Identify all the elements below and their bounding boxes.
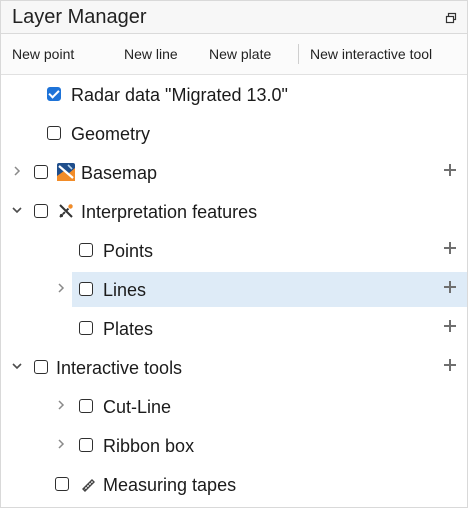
tree-item-label: Plates — [103, 319, 154, 339]
add-interactive-tool-icon[interactable] — [443, 358, 457, 372]
tree-item-label: Cut-Line — [103, 397, 172, 417]
interpretation-features-checkbox[interactable] — [34, 204, 48, 218]
cut-line-checkbox[interactable] — [79, 399, 93, 413]
tree-item-label: Geometry — [71, 124, 151, 144]
window-restore-icon[interactable] — [445, 11, 457, 24]
tree-item-label: Points — [103, 241, 154, 261]
tree-item-plates[interactable]: Plates — [1, 309, 467, 348]
chevron-right-icon[interactable] — [55, 438, 67, 450]
tree-item-label: Basemap — [81, 163, 158, 183]
ribbon-box-checkbox[interactable] — [79, 438, 93, 452]
measuring-tapes-checkbox[interactable] — [55, 477, 69, 491]
toolbar: New point New line New plate New interac… — [1, 34, 467, 75]
tree-item-label: Interactive tools — [56, 358, 183, 378]
tree-item-label: Measuring tapes — [103, 475, 237, 495]
chevron-right-icon[interactable] — [11, 165, 23, 177]
tree-item-ribbon-box[interactable]: Ribbon box — [1, 426, 467, 465]
add-basemap-icon[interactable] — [443, 163, 457, 177]
tree-item-cut-line[interactable]: Cut-Line — [1, 387, 467, 426]
tree-item-label: Radar data "Migrated 13.0" — [71, 85, 288, 105]
new-plate-button[interactable]: New plate — [209, 45, 271, 63]
tree-item-lines[interactable]: Lines — [1, 270, 467, 309]
radar-data-checkbox[interactable] — [47, 87, 61, 101]
window-title: Layer Manager — [12, 6, 147, 28]
tree-item-interpretation-features[interactable]: Interpretation features — [1, 192, 467, 231]
lines-checkbox[interactable] — [79, 282, 93, 296]
chevron-right-icon[interactable] — [55, 282, 67, 294]
new-interactive-tool-button[interactable]: New interactive tool — [310, 45, 432, 63]
tree-item-basemap[interactable]: Basemap — [1, 153, 467, 192]
points-checkbox[interactable] — [79, 243, 93, 257]
titlebar: Layer Manager — [1, 1, 467, 34]
layer-manager-panel: Layer Manager New point New line New pla… — [0, 0, 468, 508]
tree-item-label: Interpretation features — [81, 202, 258, 222]
chevron-down-icon[interactable] — [11, 204, 23, 216]
basemap-checkbox[interactable] — [34, 165, 48, 179]
new-point-button[interactable]: New point — [12, 45, 74, 63]
add-point-icon[interactable] — [443, 241, 457, 255]
chevron-right-icon[interactable] — [55, 399, 67, 411]
add-line-icon[interactable] — [443, 280, 457, 294]
new-line-button[interactable]: New line — [124, 45, 178, 63]
tree-item-interactive-tools[interactable]: Interactive tools — [1, 348, 467, 387]
toolbar-separator — [298, 44, 299, 64]
tree-item-geometry[interactable]: Geometry — [1, 114, 467, 153]
tree-item-points[interactable]: Points — [1, 231, 467, 270]
tree-item-measuring-tapes[interactable]: Measuring tapes — [1, 465, 467, 504]
basemap-icon — [56, 162, 76, 182]
interactive-tools-checkbox[interactable] — [34, 360, 48, 374]
add-plate-icon[interactable] — [443, 319, 457, 333]
interpretation-features-icon — [56, 201, 76, 221]
tree-item-label: Lines — [103, 280, 147, 300]
measuring-tape-icon — [77, 474, 97, 494]
tree-item-radar-data[interactable]: Radar data "Migrated 13.0" — [1, 75, 467, 114]
geometry-checkbox[interactable] — [47, 126, 61, 140]
plates-checkbox[interactable] — [79, 321, 93, 335]
layer-tree: Radar data "Migrated 13.0" Geometry Base… — [1, 75, 467, 495]
tree-item-label: Ribbon box — [103, 436, 195, 456]
chevron-down-icon[interactable] — [11, 360, 23, 372]
